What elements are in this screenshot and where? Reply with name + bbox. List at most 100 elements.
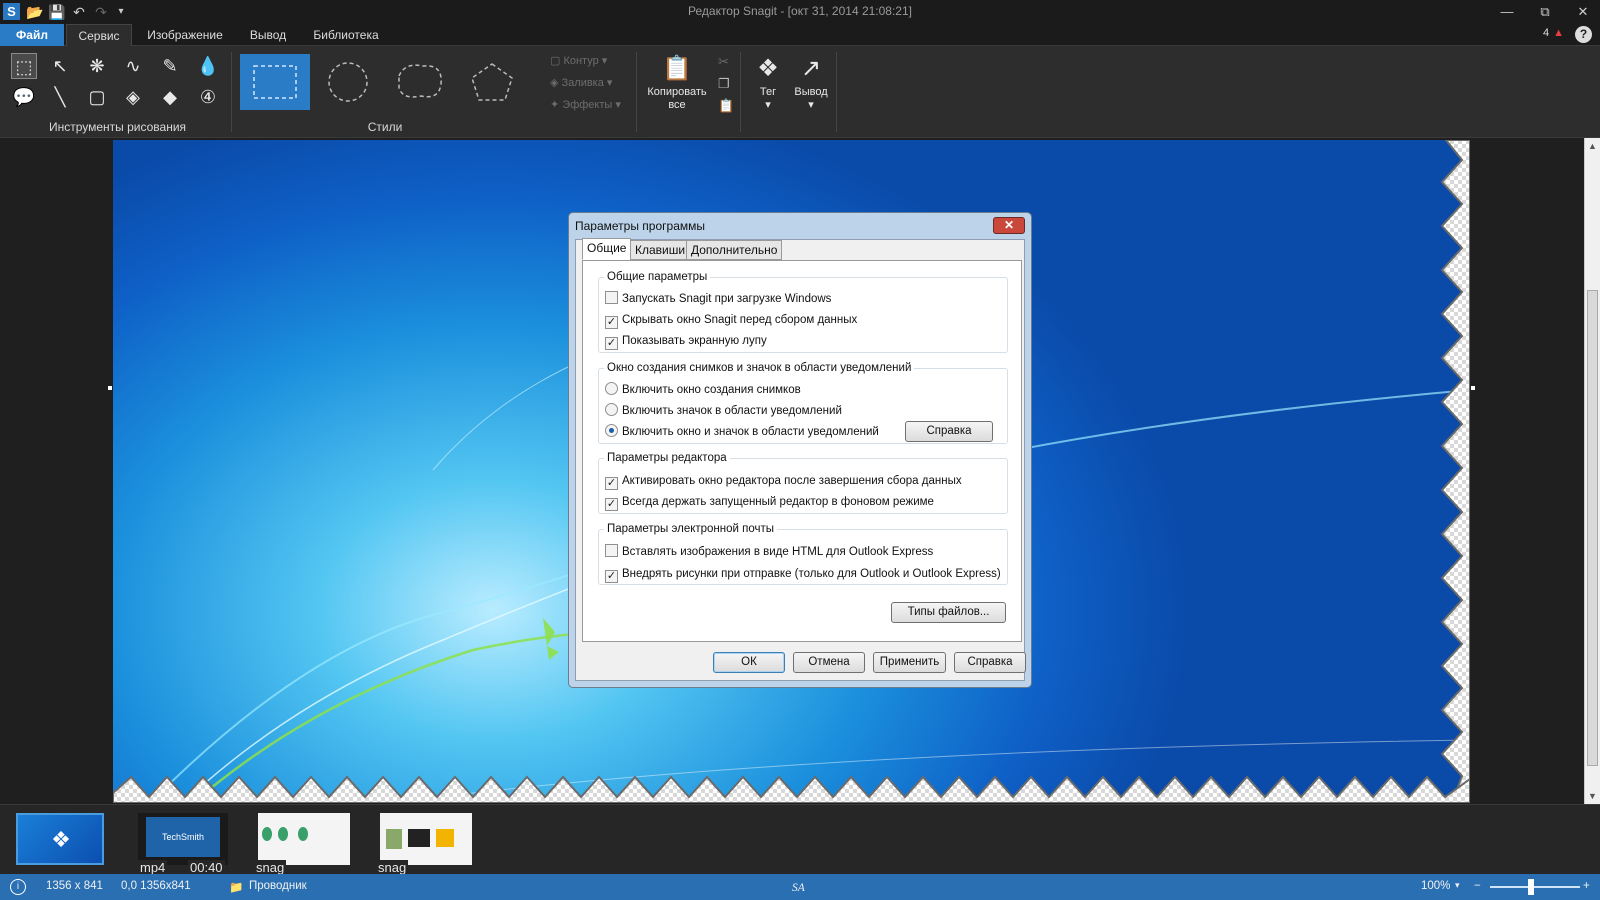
shape-tool-icon[interactable]: ▢ xyxy=(84,84,110,110)
stamp-tool-icon[interactable]: ❋ xyxy=(84,53,110,79)
notifications[interactable]: 4 ▲ xyxy=(1543,27,1564,39)
highlighter-tool-icon[interactable]: ✎ xyxy=(157,53,183,79)
dashed-polygon-icon xyxy=(471,63,513,101)
checkbox-unchecked[interactable] xyxy=(605,291,618,304)
checkbox-hide-before-capture[interactable]: ✓ Скрывать окно Snagit перед сбором данны… xyxy=(605,312,857,329)
effects-icon: ✦ xyxy=(550,99,563,111)
video-duration: 00:40 xyxy=(188,860,225,875)
radio-unselected[interactable] xyxy=(605,403,618,416)
callout-tool-icon[interactable]: 💬 xyxy=(11,84,37,110)
checkbox-keep-editor-running[interactable]: ✓ Всегда держать запущенный редактор в фо… xyxy=(605,494,934,511)
eraser-tool-icon[interactable]: ◆ xyxy=(157,84,183,110)
ribbon: ⬚ ↖ ❋ ∿ ✎ 💧 💬 ╲ ▢ ◈ ◆ ④ Инструменты рисо… xyxy=(0,46,1600,138)
title-bar: S 📂 💾 ↶ ↷ ▾ Редактор Snagit - [окт 31, 2… xyxy=(0,0,1600,24)
scroll-up-arrow-icon[interactable]: ▲ xyxy=(1585,138,1600,154)
copy-all-button[interactable]: 📋 Копировать все xyxy=(644,54,710,112)
capture-help-button[interactable]: Справка xyxy=(905,421,993,442)
style-dashed-polygon[interactable] xyxy=(457,54,527,110)
tray-item-video[interactable]: TechSmith mp4 00:40 xyxy=(138,813,228,875)
bell-icon: ▲ xyxy=(1553,27,1564,39)
status-bar: i 1356 x 841 0,0 1356x841 📁 Проводник SA… xyxy=(0,874,1600,900)
checkbox-checked[interactable]: ✓ xyxy=(605,477,618,490)
tab-advanced[interactable]: Дополнительно xyxy=(686,240,783,260)
cancel-button[interactable]: Отмена xyxy=(793,652,865,673)
dialog-help-button[interactable]: Справка xyxy=(954,652,1026,673)
checkbox-checked[interactable]: ✓ xyxy=(605,316,618,329)
style-dashed-rectangle[interactable] xyxy=(240,54,310,110)
checkbox-show-magnifier[interactable]: ✓ Показывать экранную лупу xyxy=(605,333,767,350)
zoom-dropdown-icon[interactable]: ▾ xyxy=(1455,880,1460,891)
vertical-scrollbar[interactable]: ▲ ▼ xyxy=(1584,138,1600,804)
zoom-level[interactable]: 100% xyxy=(1421,880,1450,892)
checkbox-embed-images[interactable]: ✓ Внедрять рисунки при отправке (только д… xyxy=(605,566,1001,583)
ribbon-divider xyxy=(636,52,637,132)
dashed-circle-icon xyxy=(328,62,368,102)
tray-item-image[interactable]: snag xyxy=(254,813,350,875)
minimize-button[interactable]: — xyxy=(1490,0,1524,24)
checkbox-checked[interactable]: ✓ xyxy=(605,570,618,583)
checkbox-insert-html[interactable]: Вставлять изображения в виде HTML для Ou… xyxy=(605,544,933,560)
tab-hotkeys[interactable]: Клавиши xyxy=(630,240,691,260)
fill-tool-icon[interactable]: ◈ xyxy=(120,84,146,110)
restore-button[interactable]: ⧉ xyxy=(1528,0,1562,24)
image-format-label: snag xyxy=(254,860,287,875)
resize-handle-right[interactable] xyxy=(1471,386,1475,390)
resize-handle-left[interactable] xyxy=(108,386,112,390)
tab-service[interactable]: Сервис xyxy=(66,24,132,46)
zoom-out-icon[interactable]: − xyxy=(1474,880,1481,892)
apply-button[interactable]: Применить xyxy=(873,652,946,673)
radio-enable-window-and-icon[interactable]: Включить окно и значок в области уведомл… xyxy=(605,424,879,440)
file-menu[interactable]: Файл xyxy=(0,24,64,46)
step-tool-icon[interactable]: ④ xyxy=(195,84,221,110)
scroll-down-arrow-icon[interactable]: ▼ xyxy=(1585,788,1600,804)
radio-selected[interactable] xyxy=(605,424,618,437)
style-dashed-freeform[interactable] xyxy=(385,54,455,110)
radio-enable-tray-icon[interactable]: Включить значок в области уведомлений xyxy=(605,403,842,419)
pen-tool-icon[interactable]: ∿ xyxy=(120,53,146,79)
tab-image[interactable]: Изображение xyxy=(140,24,230,46)
selection-tool-icon[interactable]: ⬚ xyxy=(11,53,37,79)
scrollbar-thumb[interactable] xyxy=(1587,290,1598,766)
style-dashed-circle[interactable] xyxy=(313,54,383,110)
checkbox-run-at-startup[interactable]: Запускать Snagit при загрузке Windows xyxy=(605,291,831,307)
drawing-tools-label: Инструменты рисования xyxy=(48,120,187,134)
checkbox-checked[interactable]: ✓ xyxy=(605,337,618,350)
windows-logo-icon: ❖ xyxy=(51,827,71,852)
effects-button[interactable]: ✦ Эффекты ▾ xyxy=(550,98,621,111)
zoom-slider-track[interactable] xyxy=(1490,886,1580,888)
fill-button[interactable]: ◈ Заливка ▾ xyxy=(550,76,612,89)
checkbox-checked[interactable]: ✓ xyxy=(605,498,618,511)
paste-icon[interactable]: 📋 xyxy=(718,98,734,114)
tab-library[interactable]: Библиотека xyxy=(304,24,388,46)
help-icon[interactable]: ? xyxy=(1575,26,1592,43)
dialog-close-button[interactable]: ✕ xyxy=(993,217,1025,234)
tab-output[interactable]: Вывод xyxy=(240,24,296,46)
radio-unselected[interactable] xyxy=(605,382,618,395)
general-tab-panel: Общие параметры Запускать Snagit при заг… xyxy=(582,260,1022,642)
file-types-button[interactable]: Типы файлов... xyxy=(891,602,1006,623)
tag-button[interactable]: ❖ Тег ▾ xyxy=(748,54,788,112)
copy-all-icon: 📋 xyxy=(662,55,692,82)
tab-general[interactable]: Общие xyxy=(582,238,632,260)
arrow-tool-icon[interactable]: ↖ xyxy=(47,53,73,79)
tray-item[interactable]: ❖ xyxy=(16,813,104,865)
checkbox-activate-editor[interactable]: ✓ Активировать окно редактора после завер… xyxy=(605,473,962,490)
info-icon[interactable]: i xyxy=(10,879,26,895)
torn-edge-right xyxy=(1440,140,1470,803)
output-button[interactable]: ↗ Вывод ▾ xyxy=(790,54,832,112)
tips-graphic xyxy=(278,827,288,841)
zoom-slider-thumb[interactable] xyxy=(1528,879,1534,895)
outline-button[interactable]: ▢ Контур ▾ xyxy=(550,54,607,67)
zoom-in-icon[interactable]: + xyxy=(1583,880,1590,892)
checkbox-unchecked[interactable] xyxy=(605,544,618,557)
close-button[interactable]: ✕ xyxy=(1566,0,1600,24)
cut-icon[interactable]: ✂ xyxy=(718,54,729,70)
tray-item-image[interactable]: snag xyxy=(376,813,472,875)
radio-enable-capture-window[interactable]: Включить окно создания снимков xyxy=(605,382,801,398)
ok-button[interactable]: ОК xyxy=(713,652,785,673)
cursor-coordinates: 0,0 1356x841 xyxy=(121,880,191,892)
line-tool-icon[interactable]: ╲ xyxy=(47,84,73,110)
copy-icon[interactable]: ❐ xyxy=(718,76,730,92)
dashed-freeform-icon xyxy=(398,64,442,98)
blur-tool-icon[interactable]: 💧 xyxy=(195,53,221,79)
